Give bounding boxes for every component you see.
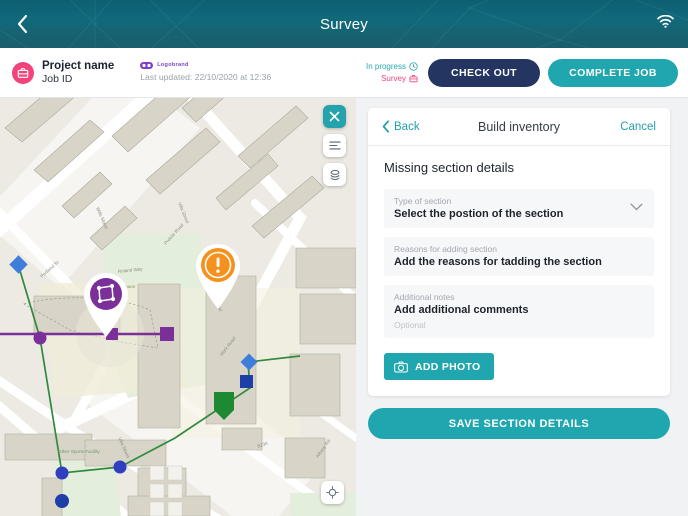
warning-exclamation-icon (196, 244, 240, 309)
field-label: Reasons for adding section (394, 244, 498, 254)
field-label: Type of section (394, 196, 452, 206)
build-inventory-card: Back Build inventory Cancel Missing sect… (368, 108, 670, 396)
check-out-button[interactable]: CHECK OUT (428, 58, 540, 87)
last-updated-text: Last updated: 22/10/2020 at 12:36 (140, 71, 272, 82)
card-body: Missing section details Type of section … (368, 146, 670, 396)
project-text-block: Project name Job ID (42, 59, 114, 87)
job-id: Job ID (42, 73, 73, 86)
type-of-section-field[interactable]: Type of section Select the postion of th… (384, 189, 654, 228)
close-icon (329, 111, 340, 122)
polygon-icon (84, 273, 128, 337)
field-hint: Optional (394, 320, 426, 330)
status-progress-label: In progress (365, 61, 406, 71)
brand-name: Logobrand (157, 61, 189, 68)
wifi-icon (657, 15, 674, 28)
save-section-details-button[interactable]: SAVE SECTION DETAILS (368, 408, 670, 439)
add-photo-label: ADD PHOTO (415, 360, 481, 373)
warning-pin[interactable] (190, 238, 246, 315)
locate-me-button[interactable] (321, 481, 344, 504)
map-list-button[interactable] (323, 134, 346, 157)
card-title: Build inventory (478, 119, 560, 134)
toolbox-icon (409, 74, 418, 83)
field-label: Additional notes (394, 292, 455, 302)
form-panel: Back Build inventory Cancel Missing sect… (356, 98, 688, 516)
field-value: Add additional comments (394, 304, 529, 316)
layers-icon (330, 169, 339, 180)
chevron-down-icon[interactable] (630, 203, 643, 211)
map-canvas[interactable]: Portland St Roland Way Prebile Road Preb… (0, 98, 356, 516)
add-photo-button[interactable]: ADD PHOTO (384, 353, 494, 380)
card-header: Back Build inventory Cancel (368, 108, 670, 146)
section-heading: Missing section details (384, 160, 515, 175)
project-avatar (12, 61, 34, 84)
field-value: Add the reasons for tadding the section (394, 256, 602, 268)
page-title: Survey (320, 15, 368, 33)
additional-notes-field[interactable]: Additional notes Add additional comments… (384, 285, 654, 338)
svg-text:Other Sports Facility: Other Sports Facility (58, 449, 100, 454)
briefcase-icon (17, 67, 29, 78)
status-progress-row: In progress (366, 61, 418, 73)
brand-block: Logobrand Last updated: 22/10/2020 at 12… (140, 62, 271, 83)
logobrand-icon (140, 61, 154, 69)
status-block: In progress Survey (366, 61, 428, 84)
complete-job-button[interactable]: COMPLETE JOB (548, 58, 678, 87)
brand-row: Logobrand (140, 62, 271, 69)
main-content-area: Portland St Roland Way Prebile Road Preb… (0, 98, 688, 516)
status-type-label: Survey (381, 73, 406, 83)
gps-target-icon (326, 486, 339, 499)
asset-polygon-pin[interactable] (78, 268, 134, 343)
field-value: Select the postion of the section (394, 208, 564, 220)
close-map-button[interactable] (323, 105, 346, 128)
camera-icon (394, 360, 408, 373)
map-panel[interactable]: Portland St Roland Way Prebile Road Preb… (0, 98, 356, 516)
reasons-for-adding-section-field[interactable]: Reasons for adding section Add the reaso… (384, 237, 654, 276)
survey-app-screen: Survey Project name Job ID Logobrand Las… (0, 0, 688, 516)
map-layers-button[interactable] (323, 163, 346, 186)
list-icon (328, 141, 341, 150)
project-info-bar: Project name Job ID Logobrand Last updat… (0, 48, 688, 98)
map-controls (323, 105, 346, 186)
project-name: Project name (42, 59, 115, 72)
top-navigation-bar: Survey (0, 0, 688, 48)
status-type-row: Survey (366, 73, 418, 85)
clock-icon (409, 62, 418, 71)
